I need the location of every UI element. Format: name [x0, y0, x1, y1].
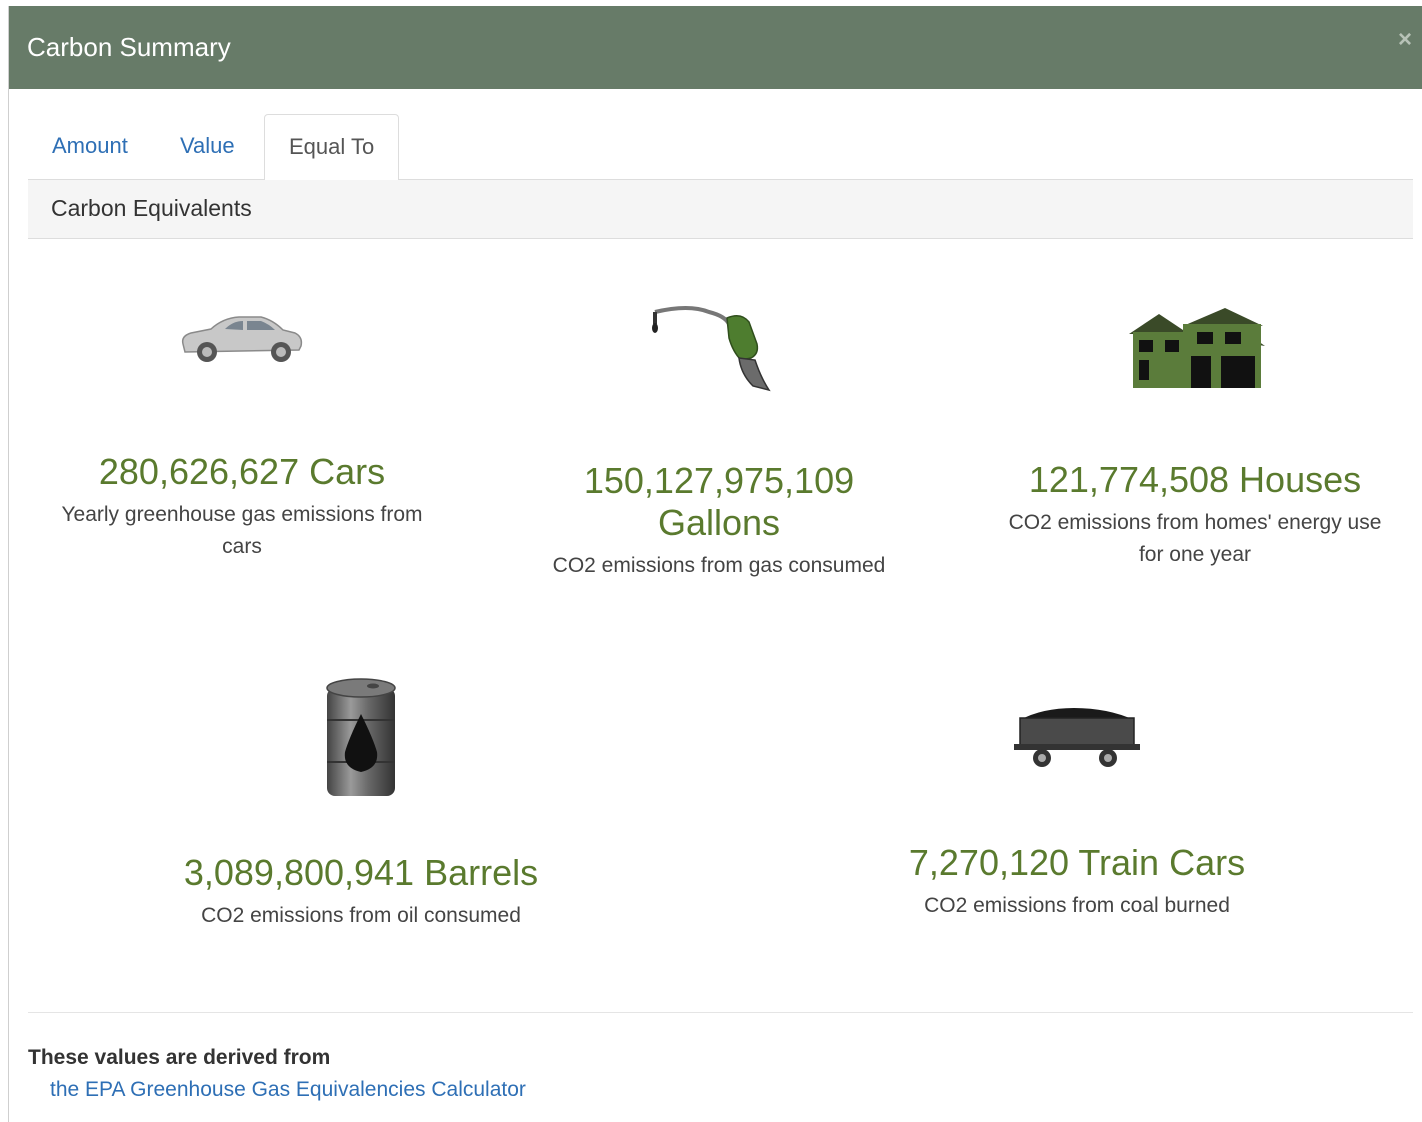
coal-train-car-icon — [1014, 708, 1140, 767]
fuel-nozzle-icon — [652, 306, 771, 392]
divider — [28, 1012, 1413, 1013]
equivalent-value: 280,626,627 Cars — [98, 451, 386, 492]
tab-bar: Amount Value Equal To — [28, 114, 1413, 181]
modal-title: Carbon Summary — [27, 32, 231, 62]
tab-value[interactable]: Value — [156, 114, 259, 180]
tab-amount[interactable]: Amount — [28, 114, 152, 180]
equivalent-description: CO2 emissions from homes' energy use for… — [1008, 511, 1382, 566]
equivalent-description: CO2 emissions from oil consumed — [201, 904, 521, 927]
equivalent-value: 150,127,975,109 Gallons — [583, 460, 855, 543]
equivalent-gallons: 150,127,975,109 Gallons CO2 emissions fr… — [519, 304, 919, 582]
car-icon — [181, 316, 303, 362]
equivalent-houses: 121,774,508 Houses CO2 emissions from ho… — [995, 304, 1395, 571]
equivalent-barrels: 3,089,800,941 Barrels CO2 emissions from… — [161, 676, 561, 932]
source-note: These values are derived from — [28, 1046, 331, 1069]
equivalent-train-cars: 7,270,120 Train Cars CO2 emissions from … — [877, 706, 1277, 922]
tab-equal-to[interactable]: Equal To — [264, 114, 400, 181]
equivalent-cars: 280,626,627 Cars Yearly greenhouse gas e… — [32, 296, 452, 563]
equivalent-description: CO2 emissions from coal burned — [924, 894, 1230, 917]
carbon-summary-modal: Carbon Summary × Amount Value Equal To C… — [8, 6, 1422, 1122]
modal-header: Carbon Summary × — [9, 6, 1422, 89]
equivalent-value: 121,774,508 Houses — [1028, 459, 1362, 500]
panel-heading: Carbon Equivalents — [28, 180, 1413, 239]
close-button[interactable]: × — [1393, 28, 1417, 52]
equivalent-value: 3,089,800,941 Barrels — [183, 852, 539, 893]
epa-calculator-link[interactable]: the EPA Greenhouse Gas Equivalencies Cal… — [50, 1078, 526, 1102]
equivalent-description: Yearly greenhouse gas emissions from car… — [61, 503, 423, 558]
equivalent-description: CO2 emissions from gas consumed — [552, 554, 886, 577]
houses-icon — [1129, 308, 1265, 388]
equivalent-value: 7,270,120 Train Cars — [908, 842, 1246, 883]
oil-barrel-icon — [326, 678, 396, 796]
